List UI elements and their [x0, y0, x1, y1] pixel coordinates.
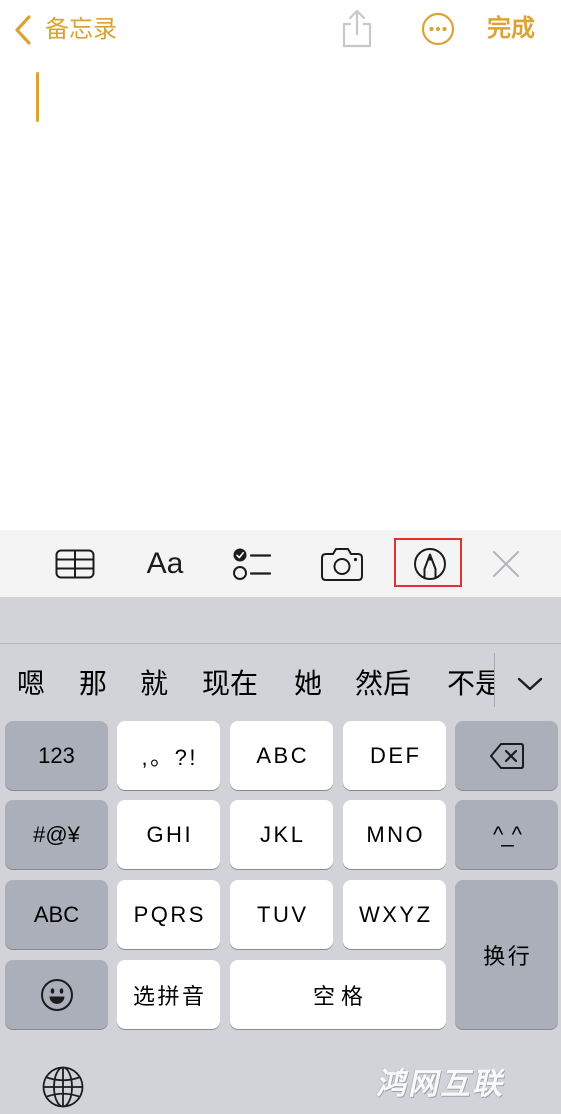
key-punctuation[interactable]: ,。?! [117, 721, 220, 790]
key-tuv[interactable]: TUV [230, 880, 333, 949]
key-label: DEF [370, 742, 422, 768]
checklist-button[interactable] [224, 539, 280, 589]
key-label: GHI [146, 821, 194, 847]
table-icon[interactable] [55, 549, 95, 579]
key-select-pinyin[interactable]: 选拼音 [117, 960, 220, 1029]
key-label: #@¥ [33, 821, 80, 847]
key-label: JKL [260, 821, 306, 847]
key-label: ABC [33, 901, 80, 927]
key-return[interactable]: 换行 [455, 880, 558, 1029]
key-abc[interactable]: ABC [230, 721, 333, 790]
key-jkl[interactable]: JKL [230, 800, 333, 869]
text-cursor [36, 72, 39, 122]
candidate-bar: 嗯 那 就 现在 她 然后 不是 [0, 644, 494, 720]
chevron-left-icon[interactable] [12, 14, 36, 46]
key-numbers[interactable]: 123 [5, 721, 108, 790]
candidate[interactable]: 她 [294, 667, 322, 701]
close-icon[interactable] [492, 550, 520, 578]
key-label: PQRS [133, 901, 206, 927]
candidate[interactable]: 就 [140, 667, 168, 701]
more-button[interactable] [421, 12, 455, 46]
candidate-divider [494, 653, 495, 707]
share-button[interactable] [338, 8, 376, 50]
key-label: ABC [256, 742, 310, 768]
key-label: MNO [366, 821, 426, 847]
close-toolbar-button[interactable] [478, 539, 534, 589]
key-def[interactable]: DEF [343, 721, 446, 790]
text-format-button[interactable]: Aa [137, 539, 193, 589]
key-emoji[interactable] [5, 960, 108, 1029]
delete-left-icon[interactable] [489, 742, 525, 770]
camera-icon[interactable] [320, 546, 364, 582]
back-button[interactable]: 备忘录 [8, 10, 128, 50]
switch-keyboard-button[interactable] [38, 1062, 88, 1112]
navigation-bar: 备忘录 完成 [0, 0, 561, 60]
globe-icon[interactable] [41, 1065, 85, 1109]
done-button[interactable]: 完成 [487, 13, 535, 45]
note-body[interactable] [0, 60, 561, 530]
emoji-icon[interactable] [40, 978, 74, 1012]
candidate[interactable]: 那 [79, 667, 107, 701]
candidate[interactable]: 嗯 [17, 667, 45, 701]
checklist-icon[interactable] [232, 546, 272, 582]
ellipsis-circle-icon[interactable] [421, 12, 455, 46]
key-symbols[interactable]: #@¥ [5, 800, 108, 869]
key-label: 123 [38, 742, 75, 768]
key-label: 选拼音 [132, 983, 207, 1009]
key-label: WXYZ [358, 901, 433, 927]
key-wxyz[interactable]: WXYZ [343, 880, 446, 949]
key-abc-mode[interactable]: ABC [5, 880, 108, 949]
key-label: 空格 [312, 983, 369, 1009]
watermark: 鸿网互联 [374, 1068, 510, 1101]
key-ghi[interactable]: GHI [117, 800, 220, 869]
expand-candidates-button[interactable] [506, 659, 554, 709]
candidate[interactable]: 然后 [355, 667, 411, 701]
key-label: TUV [257, 901, 309, 927]
back-label[interactable]: 备忘录 [45, 14, 117, 46]
key-label: 换行 [483, 943, 533, 969]
keyboard: 嗯 那 就 现在 她 然后 不是 123 ,。?! ABC DEF #@¥ GH… [0, 597, 561, 1114]
share-icon[interactable] [338, 8, 376, 50]
table-button[interactable] [47, 539, 103, 589]
candidate[interactable]: 不是 [447, 667, 494, 701]
camera-button[interactable] [314, 539, 370, 589]
key-pqrs[interactable]: PQRS [117, 880, 220, 949]
key-mno[interactable]: MNO [343, 800, 446, 869]
highlight-box [394, 538, 462, 587]
key-space[interactable]: 空格 [230, 960, 446, 1029]
key-label: ^_^ [493, 821, 522, 847]
key-emoticon[interactable]: ^_^ [455, 800, 558, 869]
candidate[interactable]: 现在 [202, 667, 258, 701]
format-toolbar: Aa [0, 530, 561, 597]
text-format-icon[interactable]: Aa [147, 546, 184, 582]
key-label: ,。?! [141, 744, 198, 770]
key-delete[interactable] [455, 721, 558, 790]
chevron-down-icon[interactable] [516, 675, 544, 693]
